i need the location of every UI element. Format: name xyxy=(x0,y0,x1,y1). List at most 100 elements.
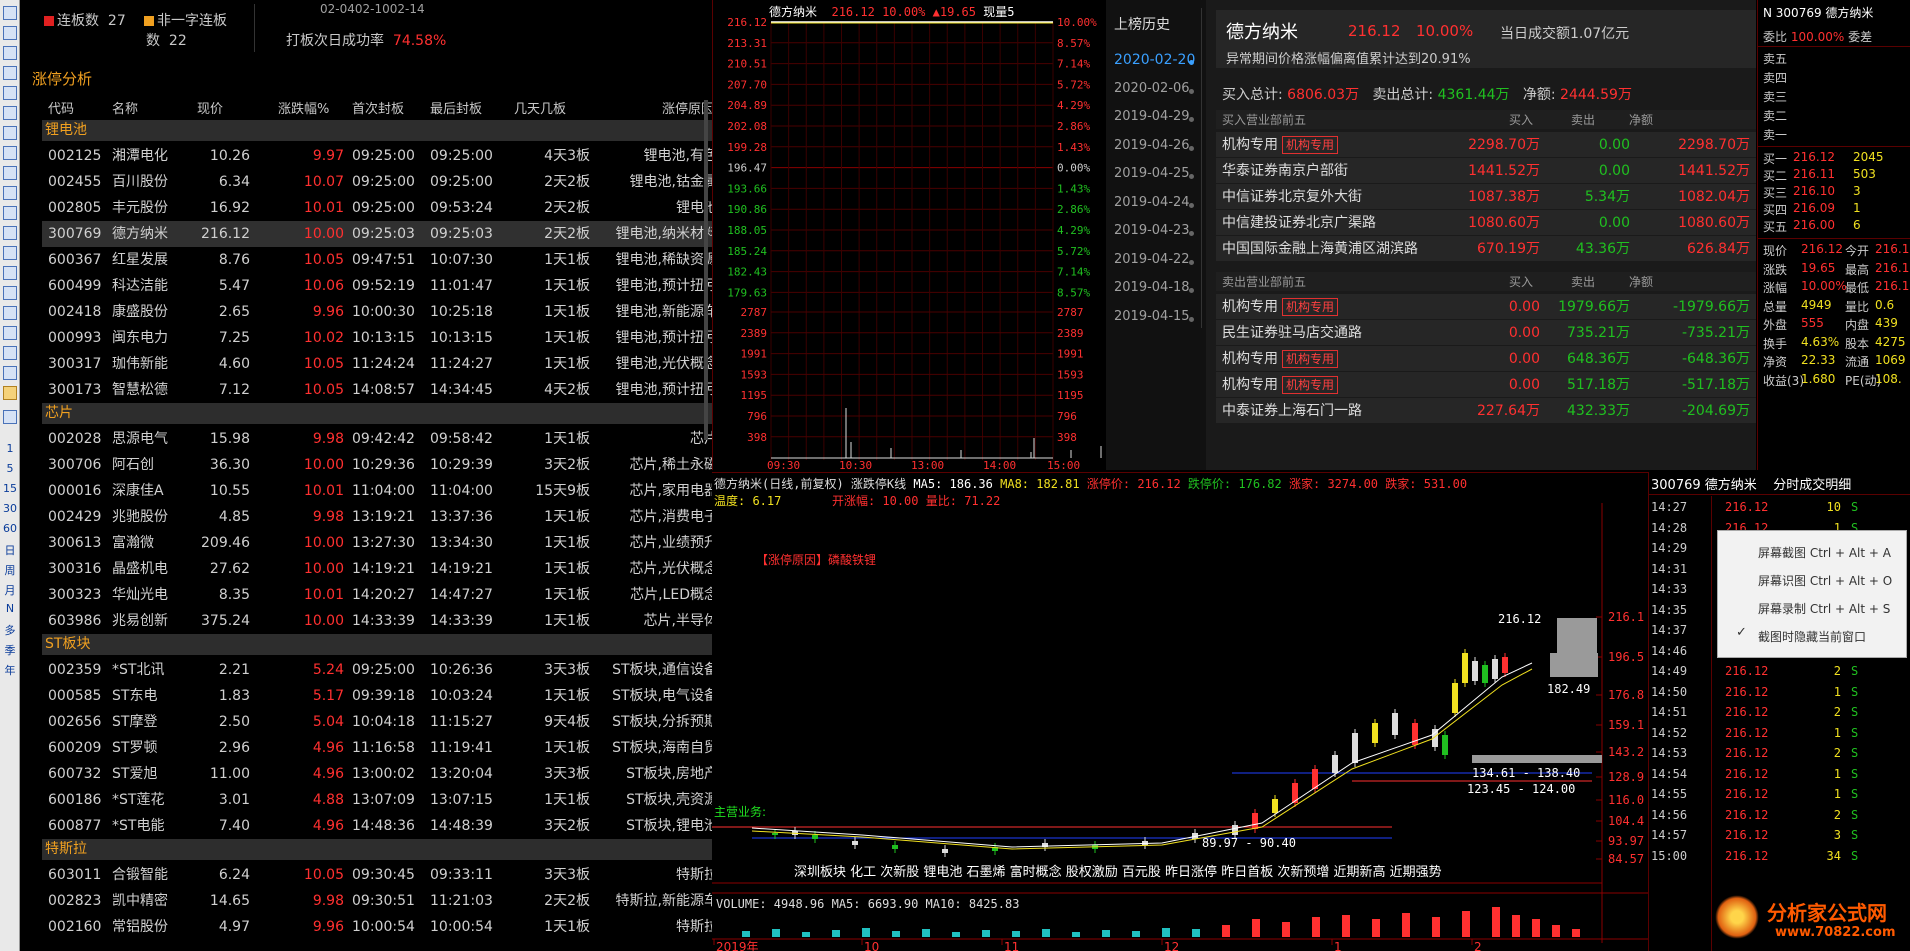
sell-row[interactable]: 机构专用 机构专用 0.00 648.36万 -648.36万 xyxy=(1216,346,1756,372)
table-row[interactable]: 000016 深康佳A 10.55 10.01 11:04:00 11:04:00 15天9… xyxy=(42,478,722,504)
period-year[interactable]: 年 xyxy=(2,662,18,678)
history-date[interactable]: 2019-04-23 xyxy=(1114,223,1190,238)
period-30[interactable]: 30 xyxy=(2,502,18,515)
history-date[interactable]: 2019-04-22 xyxy=(1114,252,1190,267)
table-row[interactable]: 600367 红星发展 8.76 10.05 09:47:51 10:07:30 1天1板 锂… xyxy=(42,247,722,273)
table-row[interactable]: 002455 百川股份 6.34 10.07 09:25:00 09:25:00 2天2板 锂… xyxy=(42,169,722,195)
menu-hide-window[interactable]: 截图时隐藏当前窗口 xyxy=(1718,623,1906,651)
buy-row[interactable]: 中信证券北京复外大街 1087.38万 5.34万 1082.04万 xyxy=(1216,184,1756,210)
section-header[interactable]: 芯片 xyxy=(42,403,722,424)
history-date[interactable]: 2020-02-06 xyxy=(1114,81,1190,96)
book-icon[interactable] xyxy=(3,166,17,180)
table-row[interactable]: 000993 闽东电力 7.25 10.02 10:13:15 10:13:15 1天1板 锂… xyxy=(42,325,722,351)
period-60[interactable]: 60 xyxy=(2,522,18,535)
table-row[interactable]: 300323 华灿光电 8.35 10.01 14:20:27 14:47:27 1天1板 芯… xyxy=(42,582,722,608)
period-week[interactable]: 周 xyxy=(2,562,18,578)
table-row[interactable]: 300316 晶盛机电 27.62 10.00 14:19:21 14:19:21 1天1板… xyxy=(42,556,722,582)
grid-icon[interactable] xyxy=(3,46,17,60)
col-last[interactable]: 最后封板 xyxy=(430,98,482,117)
sell-row[interactable]: 机构专用 机构专用 0.00 1979.66万 -1979.66万 xyxy=(1216,294,1756,320)
signal-icon[interactable] xyxy=(3,326,17,340)
table-row[interactable]: 002656 ST摩登 2.50 5.04 10:04:18 11:15:27 9天4板 ST… xyxy=(42,709,722,735)
period-5[interactable]: 5 xyxy=(2,462,18,475)
section-header[interactable]: ST板块 xyxy=(42,634,722,655)
sell-row[interactable]: 机构专用 机构专用 0.00 517.18万 -517.18万 xyxy=(1216,372,1756,398)
menu-recognize[interactable]: 屏幕识图 Ctrl + Alt + O xyxy=(1718,567,1906,595)
menu-record[interactable]: 屏幕录制 Ctrl + Alt + S xyxy=(1718,595,1906,623)
stack-icon[interactable] xyxy=(3,346,17,360)
sell-row[interactable]: 中泰证券上海石门一路 227.64万 432.33万 -204.69万 xyxy=(1216,398,1756,424)
buy-row[interactable]: 华泰证券南京户部街 1441.52万 0.00 1441.52万 xyxy=(1216,158,1756,184)
formula-icon[interactable] xyxy=(3,266,17,280)
calendar-icon[interactable] xyxy=(3,186,17,200)
history-date[interactable]: 2019-04-24 xyxy=(1114,195,1190,210)
arrow-down-icon[interactable] xyxy=(3,26,17,40)
menu-screenshot[interactable]: 屏幕截图 Ctrl + Alt + A xyxy=(1718,539,1906,567)
table-row[interactable]: 300769 德方纳米 216.12 10.00 09:25:03 09:25:03 2天2… xyxy=(42,221,722,247)
pencil-icon[interactable] xyxy=(3,386,17,400)
col-days[interactable]: 几天几板 xyxy=(514,98,566,117)
section-header[interactable]: 锂电池 xyxy=(42,120,722,141)
period-month[interactable]: 月 xyxy=(2,582,18,598)
col-pct[interactable]: 涨跌幅% xyxy=(278,98,329,117)
table-row[interactable]: 603986 兆易创新 375.24 10.00 14:33:39 14:33:39 1天1… xyxy=(42,608,722,634)
period-day[interactable]: 日 xyxy=(2,542,18,558)
period-season[interactable]: 季 xyxy=(2,642,18,658)
table-row[interactable]: 002805 丰元股份 16.92 10.01 09:25:00 09:53:24 2天2板… xyxy=(42,195,722,221)
sell-row[interactable]: 民生证券驻马店交通路 0.00 735.21万 -735.21万 xyxy=(1216,320,1756,346)
history-date[interactable]: 2020-02-20 xyxy=(1114,52,1195,68)
cell-price: 7.25 xyxy=(218,330,250,346)
table-row[interactable]: 002823 凯中精密 14.65 9.98 09:30:51 11:21:03 2天2板 特… xyxy=(42,888,722,914)
table-row[interactable]: 300173 智慧松德 7.12 10.05 14:08:57 14:34:45 4天2板 锂… xyxy=(42,377,722,403)
col-code[interactable]: 代码 xyxy=(48,98,74,117)
table-row[interactable]: 002125 湘潭电化 10.26 9.97 09:25:00 09:25:00 4天3板 锂… xyxy=(42,143,722,169)
scrollbar[interactable] xyxy=(704,100,708,440)
history-date[interactable]: 2019-04-26 xyxy=(1114,138,1190,153)
table-row[interactable]: 600877 *ST电能 7.40 4.96 14:48:36 14:48:39 3天2板 S… xyxy=(42,813,722,839)
table-row[interactable]: 600186 *ST莲花 3.01 4.88 13:07:09 13:07:15 1天1板 S… xyxy=(42,787,722,813)
exit-icon[interactable] xyxy=(3,366,17,380)
period-1[interactable]: 1 xyxy=(2,442,18,455)
arrow-up-icon[interactable] xyxy=(3,6,17,20)
table-row[interactable]: 300317 珈伟新能 4.60 10.05 11:24:24 11:24:27 1天1板 锂… xyxy=(42,351,722,377)
buy-row[interactable]: 中国国际金融上海黄浦区湖滨路 670.19万 43.36万 626.84万 xyxy=(1216,236,1756,262)
f10-icon[interactable] xyxy=(3,206,17,220)
table-row[interactable]: 600732 ST爱旭 11.00 4.96 13:00:02 13:20:04 3天3板 S… xyxy=(42,761,722,787)
table-row[interactable]: 002160 常铝股份 4.97 9.96 10:00:54 10:00:54 1天1板 特斯… xyxy=(42,914,722,940)
window-icon[interactable] xyxy=(3,226,17,240)
table-row[interactable]: 002359 *ST北讯 2.21 5.24 09:25:00 10:26:36 3天3板 S… xyxy=(42,657,722,683)
col-name[interactable]: 名称 xyxy=(112,98,138,117)
table-row[interactable]: 600209 ST罗顿 2.96 4.96 11:16:58 11:19:41 1天1板 ST… xyxy=(42,735,722,761)
table-row[interactable]: 300613 富瀚微 209.46 10.00 13:27:30 13:34:30 1天1板… xyxy=(42,530,722,556)
box-icon[interactable] xyxy=(3,306,17,320)
table-icon[interactable] xyxy=(3,66,17,80)
ma8-line xyxy=(751,668,1533,850)
table-row[interactable]: 000585 ST东电 1.83 5.17 09:39:18 10:03:24 1天1板 ST… xyxy=(42,683,722,709)
table-row[interactable]: 300706 阿石创 36.30 10.00 10:29:36 10:29:39 3天2板 芯… xyxy=(42,452,722,478)
chart-icon[interactable] xyxy=(3,86,17,100)
table-row[interactable]: 002028 思源电气 15.98 9.98 09:42:42 09:58:42 1天1板芯… xyxy=(42,426,722,452)
circle-icon[interactable] xyxy=(3,286,17,300)
fiz-icon[interactable] xyxy=(3,246,17,260)
table-row[interactable]: 002429 兆驰股份 4.85 9.98 13:19:21 13:37:36 1天1板 芯片… xyxy=(42,504,722,530)
section-header[interactable]: 特斯拉 xyxy=(42,839,722,860)
history-date[interactable]: 2019-04-25 xyxy=(1114,166,1190,181)
table-row[interactable]: 603011 合锻智能 6.24 10.05 09:30:45 09:33:11 3天3板 特… xyxy=(42,862,722,888)
history-date[interactable]: 2019-04-15 xyxy=(1114,309,1190,324)
monitor-icon[interactable] xyxy=(3,410,17,424)
history-date[interactable]: 2019-04-29 xyxy=(1114,109,1190,124)
period-multi[interactable]: 多 xyxy=(2,622,18,638)
list-icon[interactable] xyxy=(3,106,17,120)
fin-icon[interactable] xyxy=(3,146,17,160)
table-row[interactable]: 600499 科达洁能 5.47 10.06 09:52:19 11:01:47 1天1板 锂… xyxy=(42,273,722,299)
history-date[interactable]: 2019-04-18 xyxy=(1114,280,1190,295)
doc-icon[interactable] xyxy=(3,126,17,140)
col-price[interactable]: 现价 xyxy=(197,98,223,117)
cell-last: 13:20:04 xyxy=(430,766,493,782)
period-n[interactable]: N xyxy=(2,602,18,615)
buy-row[interactable]: 机构专用 机构专用 2298.70万 0.00 2298.70万 xyxy=(1216,132,1756,158)
buy-row[interactable]: 中信建投证券北京广渠路 1080.60万 0.00 1080.60万 xyxy=(1216,210,1756,236)
period-15[interactable]: 15 xyxy=(2,482,18,495)
table-row[interactable]: 002418 康盛股份 2.65 9.96 10:00:30 10:25:18 1天1板 锂电… xyxy=(42,299,722,325)
col-first[interactable]: 首次封板 xyxy=(352,98,404,117)
